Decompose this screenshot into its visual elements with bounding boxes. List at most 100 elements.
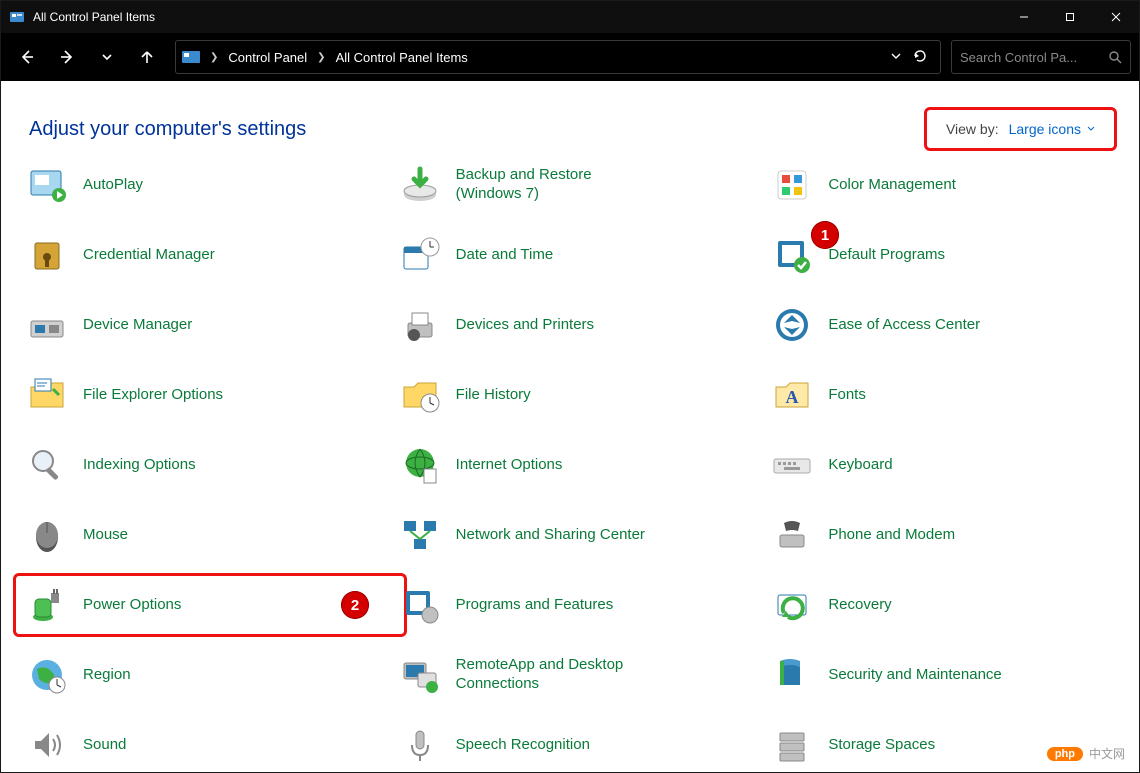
chevron-down-icon [1087,125,1095,133]
control-panel-item[interactable]: Date and Time [392,229,702,281]
content-area: Adjust your computer's settings View by:… [1,81,1139,772]
control-panel-icon [182,50,200,64]
control-panel-item[interactable]: Mouse [19,509,329,561]
item-label: Storage Spaces [828,736,935,755]
control-panel-item[interactable]: Phone and Modem [764,509,1074,561]
ease-access-icon [770,303,814,347]
item-label: Default Programs [828,246,945,265]
search-placeholder: Search Control Pa... [960,50,1108,65]
item-label: Date and Time [456,246,554,265]
mouse-icon [25,513,69,557]
view-by-label: View by: [946,121,999,137]
minimize-button[interactable] [1001,1,1047,33]
item-label: Network and Sharing Center [456,526,645,545]
item-label: Programs and Features [456,596,614,615]
titlebar: All Control Panel Items [1,1,1139,33]
item-label: Sound [83,736,126,755]
control-panel-item[interactable]: Default Programs [764,229,1074,281]
item-label: File History [456,386,531,405]
view-by-value[interactable]: Large icons [1009,121,1095,137]
item-label: Region [83,666,131,685]
close-button[interactable] [1093,1,1139,33]
item-label: Indexing Options [83,456,196,475]
control-panel-item[interactable]: Backup and Restore (Windows 7) [392,161,702,211]
control-panel-item[interactable]: Ease of Access Center [764,299,1074,351]
up-button[interactable] [129,39,165,75]
network-sharing-icon [398,513,442,557]
control-panel-item[interactable]: Recovery [764,579,1074,631]
item-label: Ease of Access Center [828,316,980,335]
control-panel-item[interactable]: Device Manager [19,299,329,351]
control-panel-item[interactable]: Network and Sharing Center [392,509,702,561]
annotation-circle-2: 2 [341,591,369,619]
item-label: RemoteApp and Desktop Connections [456,656,646,694]
datetime-icon [398,233,442,277]
control-panel-item[interactable]: Devices and Printers [392,299,702,351]
control-panel-item[interactable]: File Explorer Options [19,369,329,421]
control-panel-item[interactable]: Speech Recognition [392,719,702,771]
color-mgmt-icon [770,163,814,207]
breadcrumb-current[interactable]: All Control Panel Items [336,50,468,65]
back-button[interactable] [9,39,45,75]
region-icon [25,653,69,697]
control-panel-item[interactable]: Power Options2 [19,579,329,631]
default-programs-icon [770,233,814,277]
maximize-button[interactable] [1047,1,1093,33]
items-scroll-area[interactable]: AutoPlay Backup and Restore (Windows 7) Co… [1,161,1139,772]
control-panel-item[interactable]: File History [392,369,702,421]
refresh-button[interactable] [912,48,928,67]
control-panel-item[interactable]: Region [19,649,329,701]
control-panel-item[interactable]: AutoPlay [19,161,329,211]
control-panel-item[interactable]: Sound [19,719,329,771]
control-panel-item[interactable]: Keyboard [764,439,1074,491]
svg-text:A: A [786,387,799,407]
phone-modem-icon [770,513,814,557]
view-by-selector[interactable]: View by: Large icons [930,111,1111,147]
control-panel-item[interactable]: A Fonts [764,369,1074,421]
item-label: Fonts [828,386,866,405]
recovery-icon [770,583,814,627]
keyboard-icon [770,443,814,487]
internet-opts-icon [398,443,442,487]
control-panel-item[interactable]: Programs and Features [392,579,702,631]
indexing-icon [25,443,69,487]
chevron-right-icon: ❯ [317,52,325,63]
watermark-badge: php [1047,747,1083,761]
control-panel-item[interactable]: Credential Manager [19,229,329,281]
item-label: Devices and Printers [456,316,594,335]
control-panel-item[interactable]: RemoteApp and Desktop Connections [392,649,702,701]
item-label: Credential Manager [83,246,215,265]
power-opts-icon [25,583,69,627]
item-label: Color Management [828,176,956,195]
item-label: File Explorer Options [83,386,223,405]
sound-icon [25,723,69,767]
watermark-text: 中文网 [1089,745,1125,762]
recent-locations-button[interactable] [89,39,125,75]
search-input[interactable]: Search Control Pa... [951,40,1131,74]
control-panel-item[interactable]: Indexing Options [19,439,329,491]
control-panel-item[interactable]: Security and Maintenance [764,649,1074,701]
remoteapp-icon [398,653,442,697]
devices-printers-icon [398,303,442,347]
file-history-icon [398,373,442,417]
storage-spaces-icon [770,723,814,767]
items-grid: AutoPlay Backup and Restore (Windows 7) Co… [19,161,1129,772]
item-label: AutoPlay [83,176,143,195]
item-label: Security and Maintenance [828,666,1001,685]
security-maint-icon [770,653,814,697]
breadcrumb-root[interactable]: Control Panel [228,50,307,65]
address-dropdown-button[interactable] [890,50,902,65]
control-panel-item[interactable]: Color Management [764,161,1074,211]
navbar: ❯ Control Panel ❯ All Control Panel Item… [1,33,1139,81]
item-label: Keyboard [828,456,892,475]
credential-icon [25,233,69,277]
page-title: Adjust your computer's settings [29,118,930,141]
backup-icon [398,163,442,207]
search-icon [1108,50,1122,64]
address-bar[interactable]: ❯ Control Panel ❯ All Control Panel Item… [175,40,941,74]
forward-button[interactable] [49,39,85,75]
control-panel-item[interactable]: Storage Spaces [764,719,1074,771]
item-label: Device Manager [83,316,192,335]
control-panel-item[interactable]: Internet Options [392,439,702,491]
item-label: Mouse [83,526,128,545]
